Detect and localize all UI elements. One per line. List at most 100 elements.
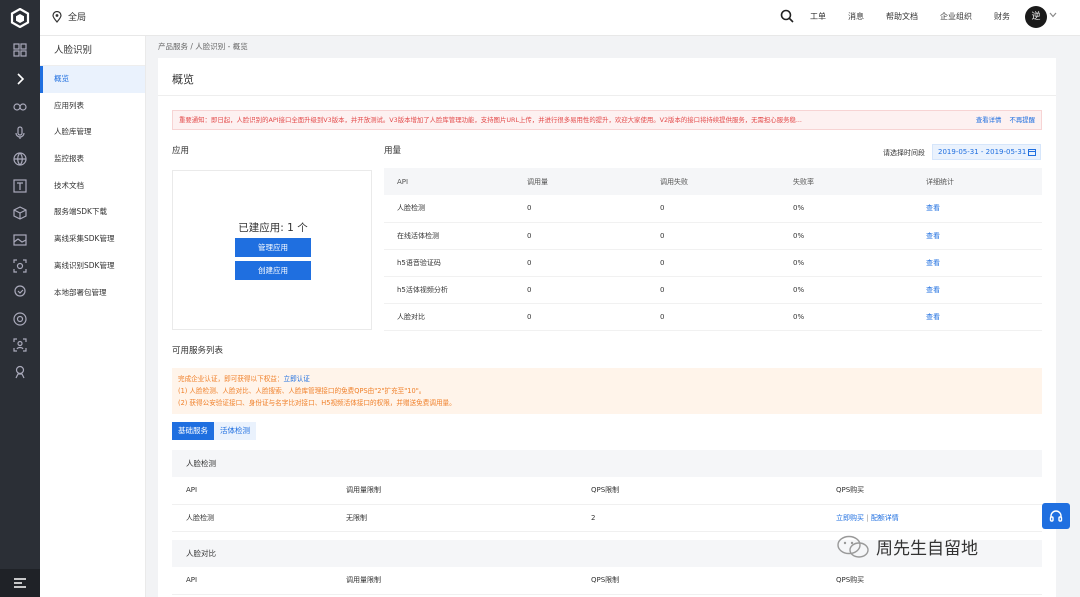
sidebar-item-server-sdk[interactable]: 服务端SDK下载 bbox=[40, 199, 145, 226]
robot-icon[interactable] bbox=[12, 364, 28, 380]
service-block-title: 人脸检测 bbox=[172, 450, 1042, 477]
table-row: h5语音验证码 0 0 0% 查看 bbox=[384, 249, 1042, 277]
tab-liveness-detection[interactable]: 活体检测 bbox=[214, 422, 256, 440]
fail-count: 0 bbox=[647, 303, 780, 331]
face-scan-icon[interactable] bbox=[12, 258, 28, 274]
calendar-icon bbox=[1028, 149, 1036, 156]
quota-details-link[interactable]: 配额详情 bbox=[871, 514, 899, 522]
apps-section-label: 应用 bbox=[172, 146, 190, 156]
date-range-label: 请选择时间段 bbox=[883, 149, 925, 157]
location-pin-icon bbox=[52, 10, 62, 23]
sidebar-item-face-library[interactable]: 人脸库管理 bbox=[40, 119, 145, 146]
menu-toggle-button[interactable] bbox=[0, 569, 40, 597]
sidebar-item-offline-capture-sdk[interactable]: 离线采集SDK管理 bbox=[40, 226, 145, 253]
api-name: 人脸对比 bbox=[384, 303, 514, 331]
cert-line-3: (2) 获得公安验证接口、身份证与名字比对接口、H5视频活体接口的权限，并赠送免… bbox=[178, 399, 456, 407]
column-header: 调用量限制 bbox=[332, 567, 577, 595]
notice-dismiss-link[interactable]: 不再提醒 bbox=[1009, 116, 1035, 124]
fail-rate: 0% bbox=[780, 276, 913, 304]
search-icon[interactable] bbox=[780, 9, 794, 23]
api-name: 人脸检测 bbox=[384, 195, 514, 223]
fail-rate: 0% bbox=[780, 249, 913, 277]
text-icon[interactable] bbox=[12, 178, 28, 194]
dashboard-icon[interactable] bbox=[12, 42, 28, 58]
nav-messages[interactable]: 消息 bbox=[848, 11, 864, 22]
column-header: API bbox=[172, 477, 332, 505]
notice-detail-link[interactable]: 查看详情 bbox=[976, 116, 1002, 124]
sidebar-item-local-deploy[interactable]: 本地部署包管理 bbox=[40, 280, 145, 307]
nav-finance[interactable]: 财务 bbox=[994, 11, 1010, 22]
column-header: 调用量限制 bbox=[332, 477, 577, 505]
view-stats-link[interactable]: 查看 bbox=[913, 222, 1042, 250]
sidebar-item-offline-recognition-sdk[interactable]: 离线识别SDK管理 bbox=[40, 253, 145, 280]
service-block-face-detect: 人脸检测 API 调用量限制 QPS限制 QPS购买 人脸检测 无限制 2 立即… bbox=[172, 450, 1042, 532]
call-count: 0 bbox=[514, 303, 647, 331]
api-name: h5语音验证码 bbox=[384, 249, 514, 277]
service-tabs: 基础服务 活体检测 bbox=[172, 422, 256, 440]
watermark: 周先生自留地 bbox=[836, 534, 978, 559]
cube-icon[interactable] bbox=[12, 205, 28, 221]
sidebar-item-tech-docs[interactable]: 技术文档 bbox=[40, 173, 145, 200]
menu-icon bbox=[14, 578, 26, 588]
call-count: 0 bbox=[514, 249, 647, 277]
view-stats-link[interactable]: 查看 bbox=[913, 195, 1042, 223]
logo-icon[interactable] bbox=[10, 8, 30, 28]
date-range-value: 2019-05-31 - 2019-05-31 bbox=[938, 148, 1027, 156]
nav-ticket[interactable]: 工单 bbox=[810, 11, 826, 22]
cert-line-1: 完成企业认证，即可获得以下权益：立即认证 bbox=[178, 373, 1036, 385]
pin-check-icon[interactable] bbox=[12, 284, 28, 300]
page-title: 概览 bbox=[172, 73, 194, 86]
create-app-button[interactable]: 创建应用 bbox=[235, 261, 311, 280]
service-table: API 调用量限制 QPS限制 QPS购买 bbox=[172, 567, 1042, 595]
call-count: 0 bbox=[514, 222, 647, 250]
table-row: 在线活体检测 0 0 0% 查看 bbox=[384, 222, 1042, 250]
product-sidebar: 人脸识别 概览 应用列表 人脸库管理 监控报表 技术文档 服务端SDK下载 离线… bbox=[40, 36, 146, 597]
top-nav: 工单 消息 帮助文档 企业组织 财务 bbox=[810, 11, 1010, 22]
target-icon[interactable] bbox=[12, 311, 28, 327]
api-name: h5活体视频分析 bbox=[384, 276, 514, 304]
avatar[interactable]: 逆 bbox=[1025, 6, 1047, 28]
breadcrumb: 产品服务 / 人脸识别 - 概览 bbox=[158, 42, 248, 51]
manage-apps-button[interactable]: 管理应用 bbox=[235, 238, 311, 257]
notice-banner: 重要通知：即日起，人脸识别的API接口全面升级到V3版本，并开放测试。V3版本增… bbox=[172, 110, 1042, 130]
region-selector[interactable]: 全局 bbox=[52, 10, 86, 23]
column-header: 失败率 bbox=[780, 168, 913, 195]
tab-basic-services[interactable]: 基础服务 bbox=[172, 422, 214, 440]
table-row: 人脸检测 0 0 0% 查看 bbox=[384, 195, 1042, 223]
image-icon[interactable] bbox=[12, 232, 28, 248]
expand-chevron-icon[interactable] bbox=[12, 71, 28, 87]
wechat-icon bbox=[837, 535, 869, 558]
call-count: 0 bbox=[514, 195, 647, 223]
sidebar-item-overview[interactable]: 概览 bbox=[40, 66, 145, 93]
buy-now-link[interactable]: 立即购买 bbox=[836, 514, 864, 522]
globe-icon[interactable] bbox=[12, 151, 28, 167]
top-header: 全局 工单 消息 帮助文档 企业组织 财务 逆 bbox=[40, 0, 1080, 36]
nav-help-docs[interactable]: 帮助文档 bbox=[886, 11, 918, 22]
link-icon[interactable] bbox=[12, 99, 28, 115]
fail-rate: 0% bbox=[780, 195, 913, 223]
nav-enterprise-org[interactable]: 企业组织 bbox=[940, 11, 972, 22]
region-label: 全局 bbox=[68, 13, 87, 23]
microphone-icon[interactable] bbox=[12, 125, 28, 141]
table-row: 人脸检测 无限制 2 立即购买 | 配额详情 bbox=[172, 504, 1042, 532]
person-scan-icon[interactable] bbox=[12, 337, 28, 353]
customer-service-button[interactable] bbox=[1042, 503, 1070, 529]
fail-rate: 0% bbox=[780, 303, 913, 331]
view-stats-link[interactable]: 查看 bbox=[913, 276, 1042, 304]
column-header: 调用失败 bbox=[647, 168, 780, 195]
column-header: 调用量 bbox=[514, 168, 647, 195]
sidebar-item-app-list[interactable]: 应用列表 bbox=[40, 93, 145, 120]
certify-now-link[interactable]: 立即认证 bbox=[284, 375, 310, 383]
services-section-label: 可用服务列表 bbox=[172, 346, 224, 356]
chevron-down-icon[interactable] bbox=[1049, 12, 1057, 18]
call-limit: 无限制 bbox=[332, 504, 577, 532]
divider bbox=[158, 95, 1056, 96]
column-header: API bbox=[172, 567, 332, 595]
sidebar-title: 人脸识别 bbox=[40, 36, 145, 66]
date-range-picker[interactable]: 2019-05-31 - 2019-05-31 bbox=[932, 144, 1041, 160]
sidebar-item-monitoring[interactable]: 监控报表 bbox=[40, 146, 145, 173]
view-stats-link[interactable]: 查看 bbox=[913, 303, 1042, 331]
column-header: QPS购买 bbox=[822, 477, 1042, 505]
service-table-header: API 调用量限制 QPS限制 QPS购买 bbox=[172, 567, 1042, 595]
view-stats-link[interactable]: 查看 bbox=[913, 249, 1042, 277]
